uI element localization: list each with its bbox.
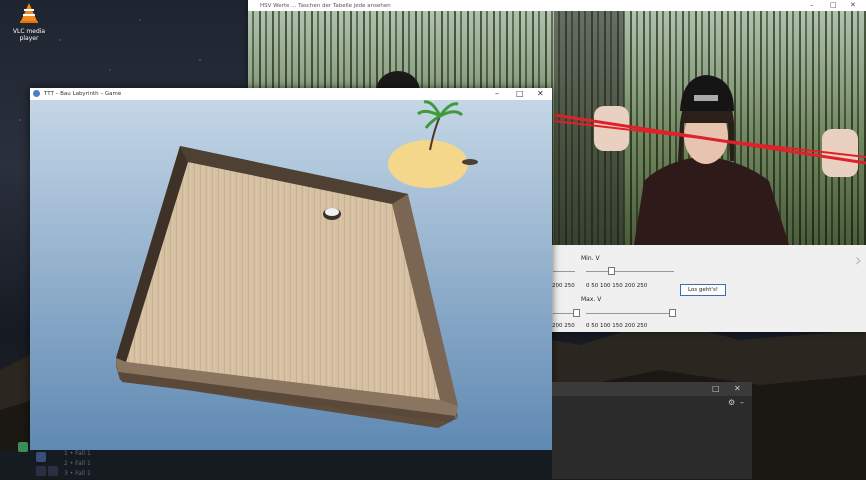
person-with-laser [554, 11, 866, 245]
game-3d-scene[interactable] [30, 100, 552, 450]
log-line-2: 2 • Fall 1 [64, 460, 91, 467]
min-v-label: Min. V [581, 255, 600, 262]
max-v-left-ticks: 200 250 [552, 323, 575, 329]
game-title-bar[interactable]: TTT – Bau Labyrinth – Game – □ ✕ [30, 88, 552, 100]
min-v-ticks: 0 50 100 150 200 250 [586, 283, 648, 289]
chevron-right-icon[interactable]: › [855, 250, 862, 271]
log-line-3: 3 • Fall 1 [64, 470, 91, 477]
bottom-toolbar: 1 • Fall 1 2 • Fall 1 3 • Fall 1 [0, 442, 552, 479]
max-v-label: Max. V [581, 296, 602, 303]
close-icon[interactable]: ✕ [734, 384, 741, 393]
min-v-left-ticks: 200 250 [552, 283, 575, 289]
maximize-icon[interactable]: □ [830, 1, 837, 9]
max-v-ticks: 0 50 100 150 200 250 [586, 323, 648, 329]
cut-icon[interactable] [36, 466, 46, 476]
minus-icon[interactable]: – [740, 398, 744, 407]
min-v-slider-thumb[interactable] [608, 267, 615, 275]
close-icon[interactable]: ✕ [850, 1, 856, 9]
camera-feed-right [554, 11, 866, 245]
min-v-slider-left-track[interactable] [553, 271, 575, 272]
dark-tool-panel: □ ✕ ⚙ – [552, 382, 752, 479]
minimize-icon[interactable]: – [495, 89, 499, 98]
print-icon[interactable] [48, 466, 58, 476]
max-v-slider-thumb[interactable] [669, 309, 676, 317]
max-v-slider-left-thumb[interactable] [573, 309, 580, 317]
hsv-title-bar[interactable]: HSV Werte ... Taschen der Tabelle jede a… [248, 0, 866, 11]
close-icon[interactable]: ✕ [537, 89, 544, 98]
min-v-slider-track[interactable] [586, 271, 674, 272]
gear-icon[interactable]: ⚙ [728, 398, 735, 407]
maximize-icon[interactable]: □ [516, 89, 524, 98]
max-v-slider-track[interactable] [586, 313, 674, 314]
app-icon [33, 90, 40, 97]
log-line-1: 1 • Fall 1 [64, 450, 91, 457]
brush-icon[interactable] [18, 442, 28, 452]
vlc-label: VLC media player [12, 28, 46, 42]
game-window-title: TTT – Bau Labyrinth – Game [44, 91, 122, 97]
set-values-button[interactable]: Los geht's! [680, 284, 726, 296]
max-v-slider-left-track[interactable] [553, 313, 575, 314]
dark-panel-title-bar[interactable]: □ ✕ [552, 382, 752, 396]
game-window[interactable]: TTT – Bau Labyrinth – Game – □ ✕ [30, 88, 552, 450]
minimize-icon[interactable]: – [810, 1, 814, 9]
maximize-icon[interactable]: □ [712, 384, 720, 393]
hsv-window-title: HSV Werte ... Taschen der Tabelle jede a… [260, 2, 391, 9]
vlc-cone-icon [20, 3, 38, 23]
vlc-desktop-shortcut[interactable]: VLC media player [4, 2, 54, 42]
window-icon[interactable] [36, 452, 46, 462]
